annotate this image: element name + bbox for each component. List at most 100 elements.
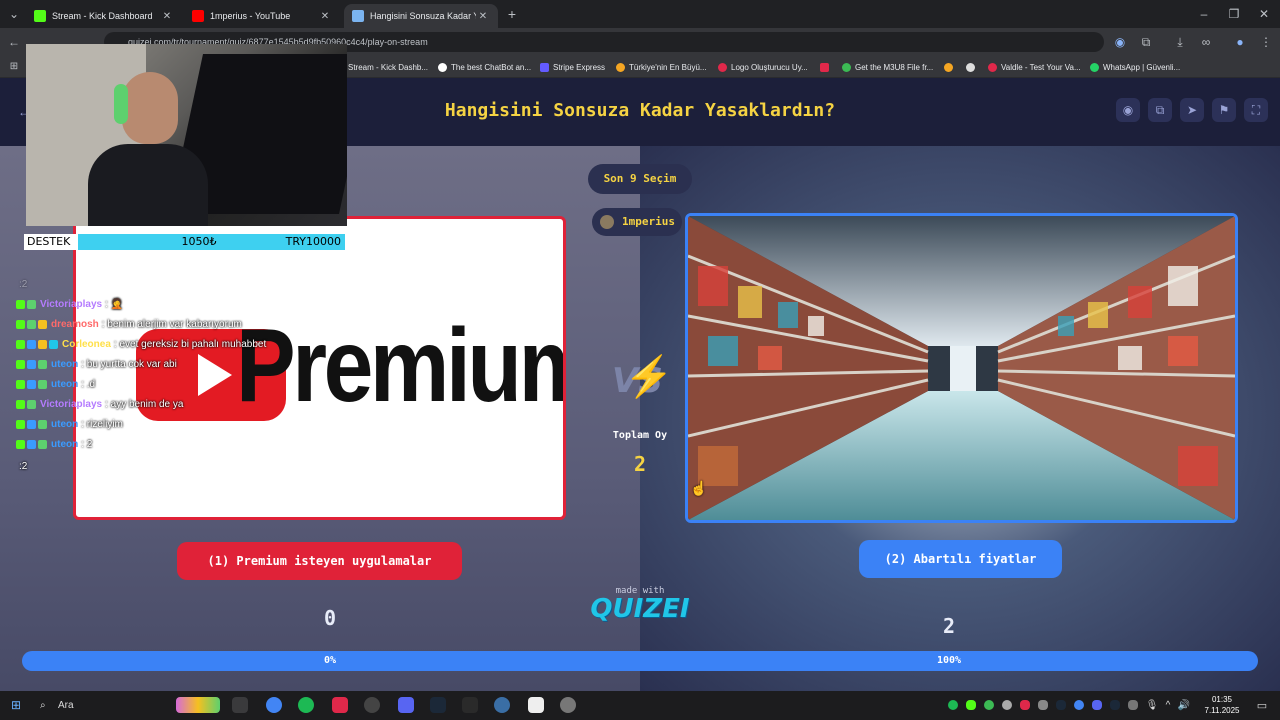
fullscreen-icon[interactable]: ⛶ (1244, 98, 1268, 122)
logo-maker-icon (718, 62, 727, 72)
tray-spotify-icon[interactable] (948, 700, 958, 710)
tray-shield-icon[interactable] (1038, 700, 1048, 710)
bookmark-whatsapp[interactable]: WhatsApp | Güvenli... (1090, 60, 1180, 74)
bookmark-label: Valdle - Test Your Va... (1001, 62, 1081, 72)
m3u8-icon (842, 62, 851, 72)
new-tab-plus-icon[interactable]: + (504, 6, 520, 22)
copy-icon[interactable]: ⧉ (1148, 98, 1172, 122)
chat-username: uteon (51, 438, 79, 450)
gold-badge-icon (38, 339, 47, 349)
tab-label: Stream - Kick Dashboard (52, 11, 153, 21)
steam-icon[interactable] (430, 697, 446, 713)
tray-green-icon[interactable] (984, 700, 994, 710)
option-right-button[interactable]: (2) Abartılı fiyatlar (859, 540, 1062, 578)
widgets-icon[interactable] (176, 697, 220, 713)
close-icon[interactable]: ✕ (160, 11, 174, 22)
tray-misc-icon[interactable] (1128, 700, 1138, 710)
profile-avatar-icon[interactable]: ● (1232, 34, 1248, 50)
sparkle-badge-icon (38, 439, 47, 449)
link-icon[interactable]: ∞ (1198, 34, 1214, 50)
chat-username: uteon (51, 418, 79, 430)
quizei-favicon-icon (352, 10, 364, 22)
task-view-icon[interactable] (232, 697, 248, 713)
eye-icon[interactable]: ◉ (1116, 98, 1140, 122)
valdle-icon (988, 62, 997, 72)
microphone-icon[interactable]: 🎙 (1144, 698, 1160, 714)
tray-steam-icon[interactable] (1056, 700, 1066, 710)
chat-text: :2 (19, 460, 28, 472)
tab-quizei[interactable]: Hangisini Sonsuza Kadar Yasakl ✕ (344, 4, 498, 28)
chat-username: uteon (51, 358, 79, 370)
chat-message: :2 (16, 276, 27, 292)
volume-icon[interactable]: 🔊 (1176, 698, 1192, 714)
tray-discord-icon[interactable] (1092, 700, 1102, 710)
bookmark-orange[interactable] (944, 60, 957, 74)
notification-icon[interactable]: ▭ (1254, 698, 1270, 714)
apps-grid-icon[interactable]: ⊞ (6, 59, 22, 75)
hand-cursor-icon: ☝ (690, 480, 708, 496)
chat-text: : 🤦 (105, 298, 124, 310)
restore-icon[interactable]: ❐ (1226, 6, 1242, 22)
tray-chevron-icon[interactable]: ^ (1160, 698, 1176, 714)
extensions-icon[interactable]: ⧉ (1138, 34, 1154, 50)
tray-steam2-icon[interactable] (1110, 700, 1120, 710)
app-blue-icon[interactable] (494, 697, 510, 713)
tray-kick-icon[interactable] (966, 700, 976, 710)
tray-chrome-icon[interactable] (1074, 700, 1084, 710)
bookmark-kick[interactable]: Stream - Kick Dashb... (348, 60, 428, 74)
bookmark-label: WhatsApp | Güvenli... (1103, 62, 1181, 72)
tray-app-icon[interactable] (1002, 700, 1012, 710)
bookmark-m3u8[interactable]: Get the M3U8 File fr... (842, 60, 933, 74)
window-close-icon[interactable]: ✕ (1256, 6, 1272, 22)
kick-badge-icon (16, 439, 25, 449)
clock-date[interactable]: 7.11.2025 (1200, 706, 1244, 715)
flag-icon[interactable]: ⚑ (1212, 98, 1236, 122)
back-arrow-icon[interactable]: ← (6, 34, 22, 50)
whatsapp-icon (1090, 62, 1099, 72)
bookmark-globe[interactable] (966, 60, 979, 74)
premium-image-text: Premium (236, 308, 566, 424)
sparkle-badge-icon (27, 319, 36, 329)
tab-search-icon[interactable]: ⌄ (6, 6, 22, 22)
app-circle-icon[interactable] (560, 697, 576, 713)
right-score: 2 (942, 614, 956, 638)
spotify-icon[interactable] (298, 697, 314, 713)
quizei-logo[interactable]: QUIZEI (590, 594, 690, 624)
menu-kebab-icon[interactable]: ⋮ (1258, 34, 1274, 50)
epic-games-icon[interactable] (462, 697, 478, 713)
tab-kick-dashboard[interactable]: Stream - Kick Dashboard ✕ (26, 4, 182, 28)
windows-start-icon[interactable]: ⊞ (8, 697, 24, 713)
app-red-icon[interactable] (332, 697, 348, 713)
taskbar-search[interactable]: ⌕ Ara (34, 695, 164, 716)
bookmark-label: Logo Oluşturucu Uy... (731, 62, 808, 72)
avatar (600, 215, 614, 229)
kick-badge-icon (16, 379, 25, 389)
bookmark-chatbot[interactable]: The best ChatBot an... (438, 60, 531, 74)
bookmark-stripe[interactable]: Stripe Express (540, 60, 605, 74)
tray-red-icon[interactable] (1020, 700, 1030, 710)
clock-time[interactable]: 01:35 (1200, 695, 1244, 704)
bookmark-logo[interactable]: Logo Oluşturucu Uy... (718, 60, 808, 74)
option-card-right[interactable] (685, 213, 1238, 523)
last-picks-badge[interactable]: Son 9 Seçim (588, 164, 692, 194)
audio-icon[interactable]: ◉ (1112, 34, 1128, 50)
capcut-icon[interactable] (528, 697, 544, 713)
chat-text: : 2 (81, 438, 93, 450)
bookmark-valdle[interactable]: Valdle - Test Your Va... (988, 60, 1081, 74)
discord-icon[interactable] (398, 697, 414, 713)
tab-youtube[interactable]: 1mperius - YouTube ✕ (184, 4, 340, 28)
chrome-icon[interactable] (266, 697, 282, 713)
chat-text: : rizeliyim (81, 418, 123, 430)
option-left-button[interactable]: (1) Premium isteyen uygulamalar (177, 542, 462, 580)
minimize-icon[interactable]: – (1196, 6, 1212, 22)
bookmark-label: The best ChatBot an... (451, 62, 532, 72)
bookmark-red[interactable] (820, 60, 833, 74)
close-icon[interactable]: ✕ (318, 11, 332, 22)
obs-icon[interactable] (364, 697, 380, 713)
close-icon[interactable]: ✕ (476, 11, 490, 22)
chat-message: uteon : bu yurtta cok var abi (16, 356, 177, 372)
send-icon[interactable]: ➤ (1180, 98, 1204, 122)
lightning-icon: ⚡ (624, 355, 674, 399)
download-icon[interactable]: ⤓ (1172, 34, 1188, 50)
bookmark-turkiye[interactable]: Türkiye'nin En Büyü... (616, 60, 707, 74)
